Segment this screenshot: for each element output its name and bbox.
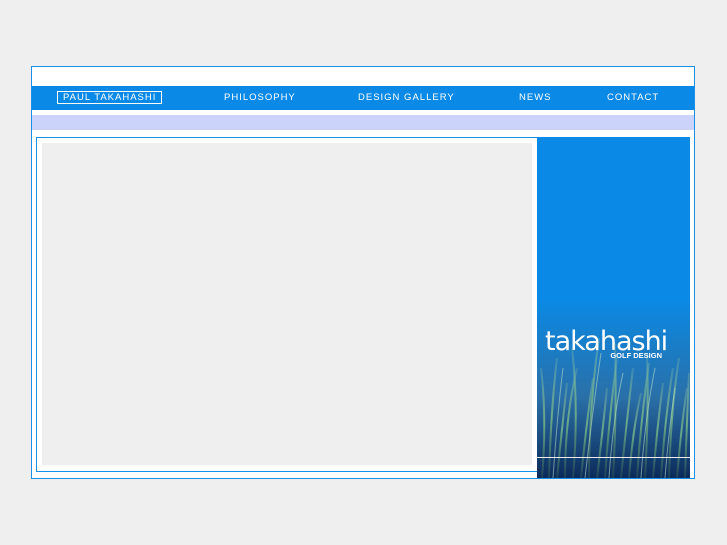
sidebar-divider: [537, 457, 690, 458]
grass-image: [537, 298, 690, 478]
page-frame: PAUL TAKAHASHI PHILOSOPHY DESIGN GALLERY…: [31, 66, 695, 479]
top-strip: [32, 67, 694, 86]
nav-item-news[interactable]: NEWS: [519, 86, 552, 110]
sub-banner: [32, 115, 694, 130]
banner-divider: [32, 130, 694, 136]
nav-item-design-gallery[interactable]: DESIGN GALLERY: [358, 86, 455, 110]
content-area: [42, 143, 532, 465]
main-nav: PAUL TAKAHASHI PHILOSOPHY DESIGN GALLERY…: [32, 86, 694, 110]
brand-subtitle: GOLF DESIGN: [610, 351, 662, 360]
brand-sidebar: takahashi GOLF DESIGN: [537, 137, 690, 478]
content-panel: [36, 137, 539, 472]
nav-item-contact[interactable]: CONTACT: [607, 86, 659, 110]
nav-item-philosophy[interactable]: PHILOSOPHY: [224, 86, 296, 110]
nav-item-paul-takahashi[interactable]: PAUL TAKAHASHI: [57, 91, 163, 104]
